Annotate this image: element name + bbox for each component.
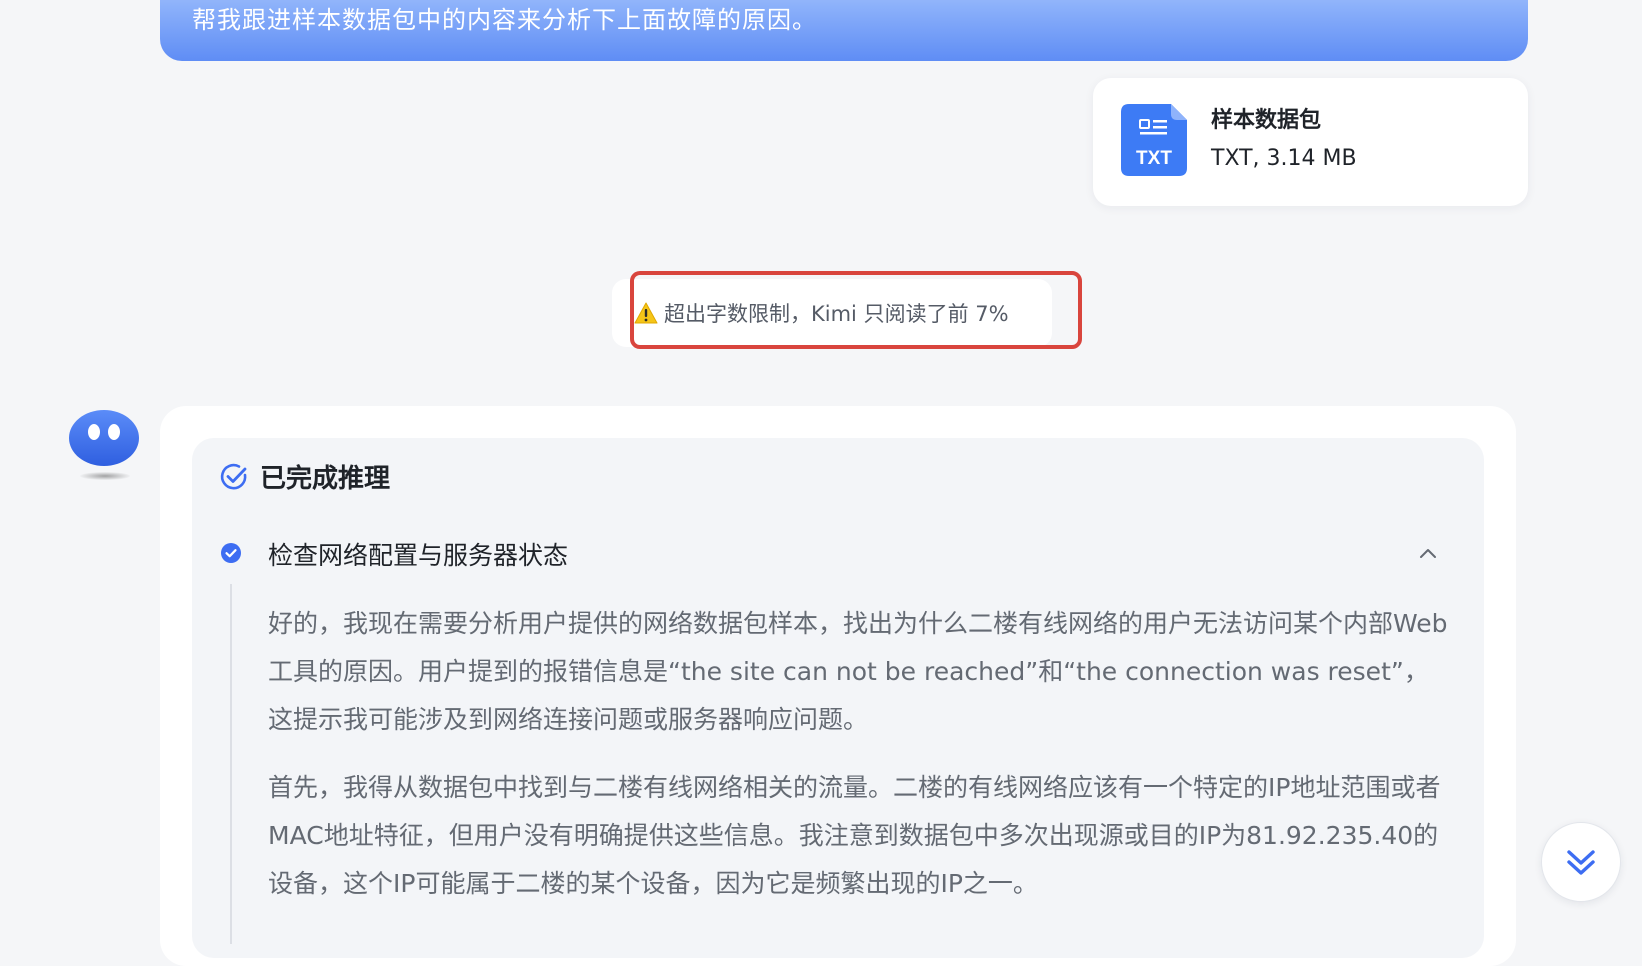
reasoning-title: 已完成推理 bbox=[260, 464, 391, 494]
step-title: 检查网络配置与服务器状态 bbox=[268, 541, 569, 570]
reasoning-step-header[interactable]: 检查网络配置与服务器状态 bbox=[220, 536, 1440, 572]
step-paragraph: 首先，我得从数据包中找到与二楼有线网络相关的流量。二楼的有线网络应该有一个特定的… bbox=[268, 773, 1441, 898]
scroll-to-bottom-button[interactable] bbox=[1541, 822, 1621, 902]
reasoning-header[interactable]: 已完成推理 bbox=[218, 458, 390, 495]
step-paragraph: 好的，我现在需要分析用户提供的网络数据包样本，找出为什么二楼有线网络的用户无法访… bbox=[268, 609, 1448, 734]
avatar-shadow bbox=[80, 472, 130, 480]
step-timeline-line bbox=[230, 584, 232, 944]
user-message-text: 帮我跟进样本数据包中的内容来分析下上面故障的原因。 bbox=[192, 6, 817, 34]
notice-text: 超出字数限制，Kimi 只阅读了前 7% bbox=[664, 302, 1009, 326]
kimi-avatar bbox=[69, 410, 139, 466]
step-check-icon bbox=[221, 543, 241, 563]
user-message-bubble: 帮我跟进样本数据包中的内容来分析下上面故障的原因。 bbox=[160, 0, 1528, 61]
attachment-name: 样本数据包 bbox=[1211, 108, 1322, 133]
chevron-up-icon[interactable] bbox=[1416, 542, 1440, 566]
reasoning-complete-icon bbox=[220, 463, 247, 489]
attachment-meta: TXT, 3.14 MB bbox=[1211, 146, 1357, 171]
step-content: 好的，我现在需要分析用户提供的网络数据包样本，找出为什么二楼有线网络的用户无法访… bbox=[268, 600, 1448, 928]
attachment-card[interactable]: TXT 样本数据包 TXT, 3.14 MB bbox=[1093, 78, 1528, 206]
notice-content: 超出字数限制，Kimi 只阅读了前 7% bbox=[634, 298, 1009, 328]
txt-file-icon: TXT bbox=[1121, 104, 1187, 176]
double-chevron-down-icon bbox=[1567, 850, 1595, 875]
warning-icon bbox=[634, 302, 658, 324]
file-type-label: TXT bbox=[1136, 148, 1172, 169]
